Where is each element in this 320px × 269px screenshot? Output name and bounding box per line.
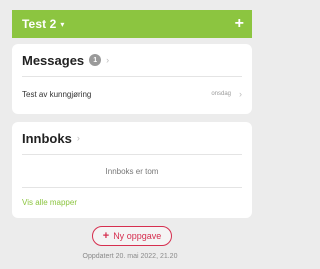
chevron-right-icon: › xyxy=(76,133,80,143)
message-row[interactable]: Test av kunngjøring onsdag › xyxy=(12,77,252,111)
group-selector[interactable]: Test 2 ▾ xyxy=(22,17,64,31)
show-all-row: Vis alle mapper xyxy=(12,188,252,216)
inbox-empty-text: Innboks er tom xyxy=(105,166,159,176)
chevron-right-icon: › xyxy=(106,55,110,65)
messages-title: Messages xyxy=(22,52,85,68)
last-updated-text: Oppdatert 20. mai 2022, 21.20 xyxy=(82,253,178,260)
caret-down-icon: ▾ xyxy=(60,20,65,29)
show-all-folders-link[interactable]: Vis alle mapper xyxy=(22,198,77,207)
message-subject: Test av kunngjøring xyxy=(22,89,92,99)
messages-card: Messages 1 › Test av kunngjøring onsdag … xyxy=(12,44,252,114)
app-screen: Test 2 ▾ + Messages 1 › Test av kunngjør… xyxy=(0,0,260,269)
inbox-title: Innboks xyxy=(22,130,72,146)
inbox-card: Innboks › Innboks er tom Vis alle mapper xyxy=(12,122,252,218)
messages-header[interactable]: Messages 1 › xyxy=(12,44,252,76)
header-bar: Test 2 ▾ + xyxy=(12,10,252,38)
plus-icon[interactable]: + xyxy=(235,16,244,32)
message-time: onsdag xyxy=(211,91,231,97)
plus-icon: + xyxy=(102,229,110,242)
message-meta: onsdag › xyxy=(211,89,242,99)
inbox-header[interactable]: Innboks › xyxy=(12,122,252,154)
chevron-right-icon: › xyxy=(239,89,242,99)
new-task-label: Ny oppgave xyxy=(113,231,162,241)
header-title: Test 2 xyxy=(22,17,57,31)
new-task-button[interactable]: + Ny oppgave xyxy=(92,226,172,246)
unread-badge: 1 xyxy=(89,54,102,66)
